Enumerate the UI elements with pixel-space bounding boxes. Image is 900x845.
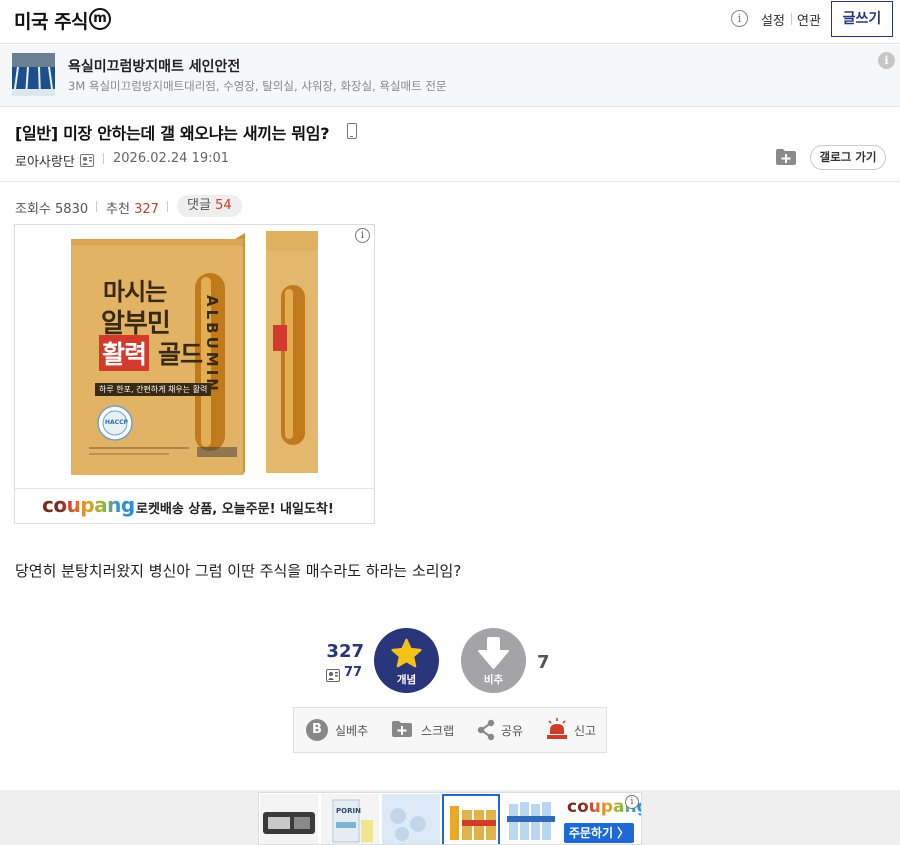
- ad-product-tile[interactable]: [503, 794, 561, 844]
- comment-count-button[interactable]: 댓글 54: [177, 195, 242, 217]
- ad-product-tile[interactable]: [442, 794, 500, 844]
- recommend-count: 추천 327: [106, 198, 159, 217]
- comment-count-label: 댓글: [187, 198, 211, 213]
- coupang-logo: coupang: [42, 493, 135, 517]
- sponsored-banner[interactable]: 욕실미끄럼방지매트 세인안전 3M 욕실미끄럼방지매트대리점, 수영장, 탈의실…: [0, 45, 900, 107]
- fixed-recommend-count: 77: [344, 665, 363, 680]
- settings-link[interactable]: 설정: [761, 10, 785, 29]
- bottom-ad-strip: PORIN coupang 주문하기 〉 i: [0, 790, 900, 845]
- ad-brand-text: PORIN: [336, 807, 361, 815]
- product-name-line1: 마시는: [103, 278, 167, 306]
- info-icon[interactable]: i: [731, 10, 748, 27]
- real-best-button[interactable]: B 실베추: [306, 708, 376, 752]
- mobile-icon: [347, 123, 357, 139]
- top-header: 미국 주식 m i 설정 연관 글쓰기: [0, 0, 900, 44]
- gallog-button[interactable]: 갤로그 가기: [810, 145, 886, 170]
- ad-product-tile[interactable]: PORIN: [321, 794, 379, 844]
- report-label: 신고: [574, 724, 597, 738]
- divider: [103, 153, 104, 164]
- scrap-button[interactable]: 스크랩: [391, 708, 463, 752]
- divider: [791, 13, 792, 25]
- view-count-value: 5830: [55, 202, 89, 217]
- ad-product-tile[interactable]: [260, 794, 318, 844]
- view-count: 조회수 5830: [15, 198, 88, 217]
- fixed-user-icon: [326, 667, 340, 682]
- product-name-highlight: 활력: [99, 335, 150, 371]
- post-title: [일반] 미장 안하는데 갤 왜오냐는 새끼는 뭐임?: [15, 124, 330, 143]
- comment-count-value: 54: [215, 198, 232, 213]
- order-button[interactable]: 주문하기 〉: [564, 823, 634, 843]
- promo-title[interactable]: 욕실미끄럼방지매트 세인안전: [68, 56, 240, 76]
- product-vertical-text: ALBUMIN: [203, 295, 221, 394]
- view-count-label: 조회수: [15, 202, 51, 217]
- downvote-button[interactable]: 비추: [461, 628, 526, 693]
- report-button[interactable]: 신고: [546, 708, 600, 752]
- promo-thumbnail[interactable]: [12, 53, 55, 96]
- down-arrow-icon: [477, 636, 510, 670]
- real-best-label: 실베추: [335, 724, 369, 738]
- ad-tagline: 로켓배송 상품, 오늘주문! 내일도착!: [136, 502, 334, 517]
- divider: [96, 201, 97, 212]
- add-folder-icon[interactable]: [775, 148, 797, 166]
- author-name[interactable]: 로아사랑단: [15, 151, 75, 170]
- recommend-button[interactable]: 개념: [374, 628, 439, 693]
- ad-info-icon[interactable]: i: [625, 795, 639, 809]
- share-label: 공유: [501, 724, 524, 738]
- coupang-logo-text: coupang: [42, 493, 135, 517]
- best-icon: B: [306, 719, 328, 741]
- haccp-label: HACCP: [105, 419, 128, 426]
- post-date: 2026.02.24 19:01: [113, 151, 230, 166]
- product-ad[interactable]: 마시는 알부민 활력 골드 하루 한포, 간편하게 채우는 활력 ALBUMIN…: [14, 224, 375, 524]
- recommend-label: 개념: [396, 674, 417, 686]
- share-icon: [476, 719, 496, 745]
- write-button[interactable]: 글쓰기: [831, 1, 893, 37]
- fixed-recommend: 77: [326, 665, 366, 683]
- star-icon: [389, 638, 424, 671]
- post-action-bar: B 실베추 스크랩 공유 신고: [293, 707, 607, 753]
- minor-gallery-badge-icon: m: [89, 8, 111, 30]
- post-body: 당연히 분탕치러왔지 병신아 그럼 이딴 주식을 매수라도 하라는 소리임?: [15, 562, 462, 580]
- product-name-line3: 골드: [158, 340, 203, 369]
- recommend-count-value: 327: [134, 202, 159, 217]
- fixed-user-icon: [80, 152, 94, 167]
- product-subtitle: 하루 한포, 간편하게 채우는 활력: [95, 383, 212, 396]
- siren-icon: [546, 718, 568, 744]
- divider: [0, 181, 900, 182]
- recommend-count-label: 추천: [106, 202, 130, 217]
- scrap-icon: [391, 720, 413, 742]
- ad-footer[interactable]: coupang 로켓배송 상품, 오늘주문! 내일도착!: [15, 488, 374, 523]
- ad-info-icon[interactable]: i: [355, 228, 370, 243]
- related-link[interactable]: 연관: [797, 10, 821, 29]
- info-icon[interactable]: i: [878, 52, 895, 69]
- divider: [167, 201, 168, 212]
- share-button[interactable]: 공유: [476, 708, 526, 752]
- gallery-title[interactable]: 미국 주식: [14, 7, 89, 34]
- downvote-count: 7: [537, 652, 550, 673]
- promo-description[interactable]: 3M 욕실미끄럼방지매트대리점, 수영장, 탈의실, 샤워장, 화장실, 욕실매…: [68, 78, 447, 94]
- ad-product-tile[interactable]: [382, 794, 440, 844]
- downvote-label: 비추: [483, 674, 504, 686]
- scrap-label: 스크랩: [421, 724, 455, 738]
- recommend-total: 327: [326, 641, 364, 662]
- bottom-coupang-ad[interactable]: PORIN coupang 주문하기 〉 i: [258, 792, 642, 845]
